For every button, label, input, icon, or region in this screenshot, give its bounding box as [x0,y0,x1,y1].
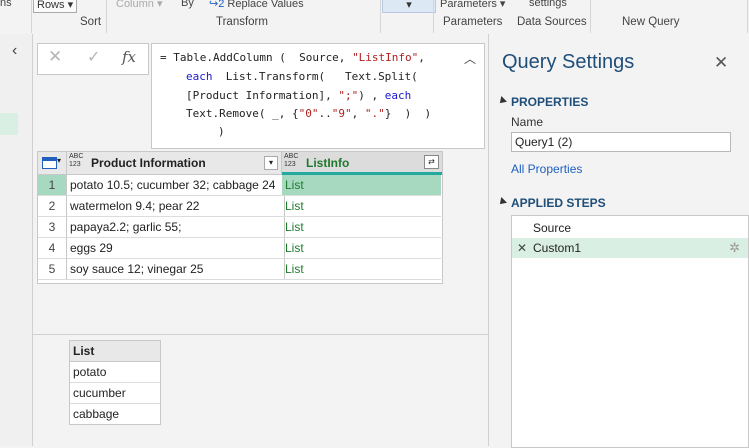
any-type-icon[interactable]: ABC 123 [69,153,83,169]
column-button[interactable]: Column ▾ [116,0,162,10]
step-item-source[interactable]: Source [512,218,748,238]
table-icon [42,157,57,169]
column-header-label: ListInfo [306,156,350,170]
commit-icon[interactable]: ✓ [87,47,100,67]
ribbon-separator [31,0,32,33]
list-item: potato [70,362,160,383]
list-link-cell[interactable]: List [282,238,441,259]
table-menu-header[interactable]: ▾ [38,152,67,175]
collapse-triangle-icon[interactable] [497,96,507,106]
ribbon-separator [590,0,591,33]
row-number[interactable]: 3 [38,217,67,238]
formula-line-2: each List.Transform( Text.Split( [186,70,418,83]
selected-query-indicator[interactable] [0,113,18,135]
query-settings-pane: Query Settings ✕ PROPERTIES Name All Pro… [488,34,749,448]
formula-controls: ✕ ✓ fx [37,43,149,75]
formula-bar[interactable]: = Table.AddColumn ( Source, "ListInfo", … [151,43,485,149]
query-name-input[interactable] [511,132,731,152]
applied-steps-section-title: APPLIED STEPS [511,196,606,210]
dropdown-button[interactable]: ▾ [382,0,436,13]
filter-dropdown-icon[interactable]: ▾ [264,156,278,170]
formula-line-4: Text.Remove( _, {"0".."9", "."} ) ) [186,107,432,120]
ribbon: ns Rows ▾ Sort Column ▾ By ↪2 Replace Va… [0,0,749,35]
row-number[interactable]: 2 [38,196,67,217]
group-parameters: Parameters [443,16,503,28]
rows-label: Rows [37,0,65,11]
ribbon-separator [380,0,381,33]
collapse-triangle-icon[interactable] [497,197,507,207]
chevron-down-icon: ▾ [57,156,62,165]
by-button[interactable]: By [181,0,194,9]
list-link-cell[interactable]: List [282,217,441,238]
data-grid: ▾ ABC 123 Product Information ▾ ABC 123 … [37,151,443,284]
parameters-button[interactable]: Parameters ▾ [440,0,505,10]
cell-preview-pane: List potato cucumber cabbage [33,334,488,447]
data-source-settings-button[interactable]: settings [529,0,567,9]
ribbon-separator [433,0,434,33]
ribbon-item-ns[interactable]: ns [0,0,12,9]
any-type-icon[interactable]: ABC 123 [284,153,298,169]
delete-step-icon[interactable]: ✕ [517,238,527,258]
column-header-label: Product Information [91,156,206,170]
column-header-listinfo[interactable]: ABC 123 ListInfo ⇄ [282,152,442,175]
queries-pane-collapsed: ‹ [0,34,33,446]
table-cell[interactable]: watermelon 9.4; pear 22 [67,196,285,217]
rows-button[interactable]: Rows ▾ [33,0,78,13]
row-number[interactable]: 4 [38,238,67,259]
step-label: Source [533,221,572,235]
column-label: Column [116,0,154,10]
replace-values-button[interactable]: ↪2 Replace Values [209,0,304,10]
list-item: cabbage [73,407,120,421]
table-cell[interactable]: eggs 29 [67,238,285,259]
pane-title: Query Settings [502,51,635,73]
applied-steps-list: Source ✕ Custom1 ✲ [511,215,749,448]
fx-icon[interactable]: fx [122,48,136,66]
table-cell[interactable]: soy sauce 12; vinegar 25 [67,259,285,280]
list-link-cell[interactable]: List [282,175,441,196]
parameters-label: Parameters [440,0,497,10]
ribbon-separator [747,0,748,33]
expand-column-icon[interactable]: ⇄ [424,155,439,169]
cancel-icon[interactable]: ✕ [48,47,62,67]
all-properties-link[interactable]: All Properties [511,162,582,176]
step-label: Custom1 [533,241,582,255]
formula-line-3: [Product Information], ";") , each [186,89,412,102]
properties-section-title: PROPERTIES [511,95,589,109]
step-settings-gear-icon[interactable]: ✲ [729,238,740,258]
group-new-query: New Query [622,16,680,28]
group-data-sources: Data Sources [517,16,587,28]
table-cell[interactable]: papaya2.2; garlic 55; [67,217,285,238]
column-header-product-information[interactable]: ABC 123 Product Information ▾ [67,152,282,175]
formula-line-1: = Table.AddColumn ( Source, "ListInfo", [160,51,425,64]
list-item: cucumber [70,383,160,404]
expand-queries-icon[interactable]: ‹ [12,42,17,60]
list-preview-table: List potato cucumber cabbage [69,340,161,425]
collapse-formula-icon[interactable]: ︿ [464,50,476,67]
replace-values-label: Replace Values [227,0,304,10]
formula-line-5: ) [218,125,225,138]
list-link-cell[interactable]: List [282,259,441,280]
list-preview-header: List [70,341,160,362]
ribbon-separator [106,0,107,33]
name-label: Name [511,115,544,129]
replace-icon: ↪2 [209,0,225,10]
close-icon[interactable]: ✕ [714,53,728,73]
group-transform: Transform [216,16,268,28]
group-sort: Sort [80,16,102,28]
step-item-custom1[interactable]: ✕ Custom1 ✲ [512,238,748,258]
row-number[interactable]: 1 [38,175,67,196]
list-link-cell[interactable]: List [282,196,441,217]
row-number[interactable]: 5 [38,259,67,280]
table-cell[interactable]: potato 10.5; cucumber 32; cabbage 24 [67,175,285,196]
